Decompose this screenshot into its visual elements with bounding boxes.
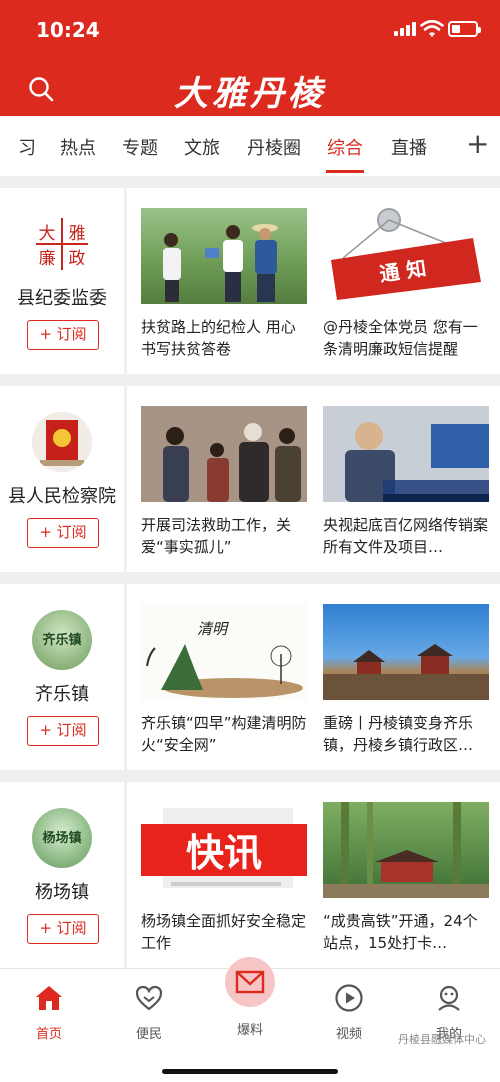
org-card: 大 雅 廉 政 县纪委监委 + 订阅 扶贫路上的纪检人 用心书写扶贫答卷 通 知… (0, 188, 500, 374)
news-title: 杨场镇全面抓好安全稳定工作 (141, 912, 307, 952)
tab-general[interactable]: 综合 (327, 134, 363, 160)
news-item[interactable]: 央视起底百亿网络传销案 所有文件及项目… (323, 406, 489, 558)
org-avatar-jiwei: 大 雅 廉 政 (32, 214, 92, 274)
org-avatar-yangchang: 杨场镇 (32, 808, 92, 868)
org-column[interactable]: 齐乐镇 齐乐镇 + 订阅 (0, 584, 124, 770)
tab-danling-circle[interactable]: 丹棱圈 (247, 134, 301, 160)
battery-icon (448, 21, 481, 37)
nav-baoliao[interactable] (225, 957, 275, 1007)
app-logo: 大雅丹棱 (174, 74, 326, 114)
nav-baoliao-label: 爆料 (236, 1023, 263, 1038)
news-thumbnail (141, 208, 307, 304)
home-indicator (162, 1069, 338, 1074)
svg-text:清明: 清明 (197, 620, 229, 638)
news-thumbnail (323, 406, 489, 502)
add-channel-icon[interactable]: + (466, 130, 489, 158)
news-item[interactable]: 快讯 杨场镇全面抓好安全稳定工作 (141, 802, 307, 954)
app-header: 10:24 大雅丹棱 (0, 0, 500, 116)
nav-bianmin-label: 便民 (135, 1027, 162, 1042)
svg-text:齐乐镇: 齐乐镇 (42, 632, 81, 648)
news-item[interactable]: “成贵高铁”开通，24个站点，15处打卡… (323, 802, 489, 954)
news-thumbnail (323, 802, 489, 898)
divider (124, 782, 127, 968)
tab-xi[interactable]: 习 (18, 134, 36, 160)
org-card: 齐乐镇 齐乐镇 + 订阅 清明 齐乐镇“四早”构建清明防火“安全网” 重磅丨丹棱… (0, 584, 500, 770)
org-column[interactable]: 县人民检察院 + 订阅 (0, 386, 124, 572)
bottom-navigation: 首页 便民 爆料 视频 我的 丹棱县融媒体中心 (0, 957, 500, 1082)
news-thumbnail (323, 604, 489, 700)
nav-video[interactable]: 视频 (314, 983, 384, 1042)
tab-hot[interactable]: 热点 (60, 134, 96, 160)
home-icon (36, 986, 62, 1010)
wifi-icon (420, 20, 444, 37)
tab-culture-travel[interactable]: 文旅 (184, 134, 220, 160)
news-title: “成贵高铁”开通，24个站点，15处打卡… (323, 912, 478, 952)
news-item[interactable]: 开展司法救助工作，关爱“事实孤儿” (141, 406, 307, 558)
report-envelope-icon (235, 970, 265, 994)
org-card: 县人民检察院 + 订阅 开展司法救助工作，关爱“事实孤儿” 央视起底百亿网络传销… (0, 386, 500, 572)
svg-text:廉: 廉 (39, 249, 56, 269)
play-circle-icon (335, 984, 363, 1012)
nav-home-label: 首页 (35, 1027, 62, 1042)
subscribe-button[interactable]: + 订阅 (27, 518, 99, 548)
news-item[interactable]: 重磅丨丹棱镇变身齐乐镇，丹棱乡镇行政区… (323, 604, 489, 756)
news-item[interactable]: 扶贫路上的纪检人 用心书写扶贫答卷 (141, 208, 307, 360)
anti-corruption-logo-icon: 大 雅 廉 政 (36, 218, 88, 270)
svg-text:快讯: 快讯 (186, 831, 262, 875)
news-thumbnail: 快讯 (141, 802, 307, 898)
town-emblem-icon: 杨场镇 (42, 830, 81, 846)
news-title: 扶贫路上的纪检人 用心书写扶贫答卷 (141, 318, 296, 358)
tab-live[interactable]: 直播 (391, 134, 427, 160)
divider (124, 584, 127, 770)
news-title: @丹棱全体党员 您有一条清明廉政短信提醒 (323, 318, 478, 358)
news-thumbnail: 通 知 (323, 208, 489, 304)
news-item[interactable]: 清明 齐乐镇“四早”构建清明防火“安全网” (141, 604, 307, 756)
nav-video-label: 视频 (335, 1027, 362, 1042)
news-title: 央视起底百亿网络传销案 所有文件及项目… (323, 516, 489, 556)
org-card: 杨场镇 杨场镇 + 订阅 快讯 杨场镇全面抓好安全稳定工作 “成贵高铁”开通，2… (0, 782, 500, 968)
nav-home[interactable]: 首页 (14, 983, 84, 1042)
subscribe-button[interactable]: + 订阅 (27, 914, 99, 944)
tab-topics[interactable]: 专题 (122, 134, 158, 160)
svg-text:政: 政 (69, 249, 86, 269)
news-title: 齐乐镇“四早”构建清明防火“安全网” (141, 714, 307, 754)
org-avatar-procuratorate (32, 412, 92, 472)
news-title: 重磅丨丹棱镇变身齐乐镇，丹棱乡镇行政区… (323, 714, 474, 754)
news-title: 开展司法救助工作，关爱“事实孤儿” (141, 516, 292, 556)
divider (124, 188, 127, 374)
heart-icon (135, 985, 163, 1011)
svg-text:杨场镇: 杨场镇 (42, 830, 81, 846)
user-icon (438, 985, 460, 1011)
watermark-text: 丹棱县融媒体中心 (398, 1033, 486, 1046)
signal-icon (394, 22, 416, 36)
org-name: 齐乐镇 (35, 684, 89, 705)
status-time: 10:24 (36, 18, 100, 42)
org-column[interactable]: 杨场镇 杨场镇 + 订阅 (0, 782, 124, 968)
subscribe-button[interactable]: + 订阅 (27, 320, 99, 350)
svg-text:雅: 雅 (69, 224, 86, 244)
org-name: 县人民检察院 (8, 486, 116, 507)
nav-bianmin[interactable]: 便民 (114, 983, 184, 1042)
subscribe-button[interactable]: + 订阅 (27, 716, 99, 746)
news-thumbnail: 清明 (141, 604, 307, 700)
town-emblem-icon: 齐乐镇 (42, 632, 81, 648)
org-name: 杨场镇 (35, 882, 89, 903)
channel-tabs: 习 热点 专题 文旅 丹棱圈 综合 直播 + (0, 116, 500, 176)
news-item[interactable]: 通 知 @丹棱全体党员 您有一条清明廉政短信提醒 (323, 208, 489, 360)
org-name: 县纪委监委 (17, 288, 107, 309)
procuratorate-emblem-icon (32, 412, 92, 472)
svg-text:大: 大 (39, 224, 56, 244)
active-tab-indicator (326, 170, 364, 173)
divider (124, 386, 127, 572)
org-column[interactable]: 大 雅 廉 政 县纪委监委 + 订阅 (0, 188, 124, 374)
org-avatar-qile: 齐乐镇 (32, 610, 92, 670)
news-thumbnail (141, 406, 307, 502)
